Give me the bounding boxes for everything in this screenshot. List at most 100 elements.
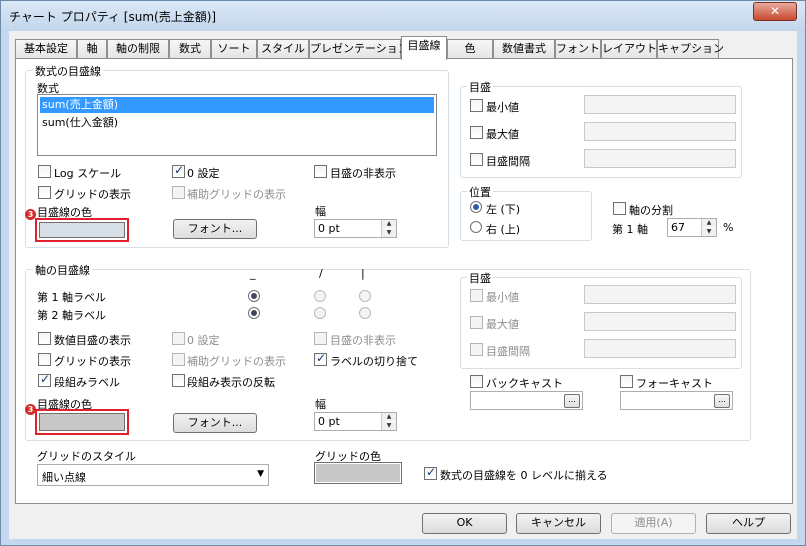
spin-down-icon[interactable]: ▼ [382,229,396,237]
min-input[interactable] [584,95,736,114]
apply-button[interactable]: 適用(A) [611,513,696,534]
position-left-radio[interactable] [470,201,482,213]
reverse-stagger-label: 段組み表示の反転 [187,376,275,389]
spin-up-icon[interactable]: ▲ [382,413,396,421]
axis1-vertical-radio[interactable] [359,290,371,302]
split-stepper[interactable]: 67 ▲ ▼ [667,218,717,237]
dim-font-button[interactable]: フォント... [173,413,257,433]
truncate-labels-label: ラベルの切り捨て [330,355,418,368]
tab-dimension[interactable]: 軸 [77,39,107,59]
dim-zero-setting-checkbox[interactable] [172,332,185,345]
truncate-labels-checkbox[interactable] [314,351,327,366]
log-scale-checkbox[interactable] [38,165,51,178]
column-header-vertical: | [361,267,365,280]
tab-font[interactable]: フォント [555,39,601,59]
cancel-button[interactable]: キャンセル [516,513,601,534]
grid-style-label: グリッドのスタイル [37,450,136,463]
dim-max-input[interactable] [584,312,736,331]
dim-show-grid-checkbox[interactable] [38,353,51,366]
tab-color[interactable]: 色 [447,39,493,59]
spin-buttons[interactable]: ▲ ▼ [381,413,396,430]
tab-presentation[interactable]: プレゼンテーション [309,39,409,59]
dim-grid-color-swatch[interactable] [39,413,125,431]
axis2-label: 第 2 軸ラベル [37,309,106,322]
column-header-slant: / [319,267,323,280]
tab-dimension-limits[interactable]: 軸の制限 [107,39,169,59]
spin-buttons[interactable]: ▲ ▼ [701,219,716,236]
dim-min-checkbox[interactable] [470,289,483,302]
backcast-checkbox[interactable] [470,375,483,388]
width-stepper[interactable]: 0 pt ▲ ▼ [314,219,397,238]
grid-color-swatch[interactable] [39,222,125,238]
position-right-radio[interactable] [470,221,482,233]
dim-interval-label: 目盛間隔 [486,345,530,358]
align-zero-checkbox[interactable] [424,465,437,480]
dim-interval-input[interactable] [584,339,736,358]
grid-style-value: 細い点線 [42,471,86,484]
min-checkbox[interactable] [470,99,483,112]
reverse-stagger-checkbox[interactable] [172,374,185,387]
spin-up-icon[interactable]: ▲ [702,219,716,227]
dim-interval-checkbox[interactable] [470,343,483,356]
close-button[interactable]: ✕ [753,2,797,21]
spin-down-icon[interactable]: ▼ [382,422,396,430]
percent-label: % [723,221,734,234]
backcast-browse-button[interactable]: ... [564,394,580,408]
interval-input[interactable] [584,149,736,168]
zero-setting-label: 0 設定 [187,167,220,180]
axis2-bottom-radio[interactable] [248,307,260,319]
dim-width-stepper[interactable]: 0 pt ▲ ▼ [314,412,397,431]
hide-gridlines-checkbox[interactable] [314,165,327,178]
axis2-slant-radio[interactable] [314,307,326,319]
spin-buttons[interactable]: ▲ ▼ [381,220,396,237]
tab-basic[interactable]: 基本設定 [15,39,77,59]
interval-checkbox[interactable] [470,153,483,166]
tab-number-format[interactable]: 数値書式 [493,39,555,59]
spin-down-icon[interactable]: ▼ [702,228,716,236]
font-button[interactable]: フォント... [173,219,257,239]
title-bar[interactable]: チャート プロパティ [sum(売上金額)] ✕ [1,1,805,31]
stagger-labels-checkbox[interactable] [38,372,51,387]
axis2-vertical-radio[interactable] [359,307,371,319]
axis1-label: 第 1 軸ラベル [37,291,106,304]
expression-list[interactable]: sum(売上金額) sum(仕入金額) [37,94,437,156]
dim-width-label: 幅 [315,398,326,411]
backcast-input[interactable]: ... [470,391,583,410]
dim-max-checkbox[interactable] [470,316,483,329]
tab-gridlines[interactable]: 目盛線 [401,36,447,60]
list-item[interactable]: sum(仕入金額) [40,115,434,131]
tab-layout[interactable]: レイアウト [601,39,657,59]
dim-show-minor-grid-checkbox[interactable] [172,353,185,366]
dim-scale-group-title: 目盛 [467,270,493,286]
max-checkbox[interactable] [470,126,483,139]
max-input[interactable] [584,122,736,141]
show-minor-grid-checkbox[interactable] [172,186,185,199]
spin-up-icon[interactable]: ▲ [382,220,396,228]
dim-zero-setting-label: 0 設定 [187,334,220,347]
help-button[interactable]: ヘルプ [706,513,791,534]
highlight-box [35,218,129,242]
tab-sort[interactable]: ソート [211,39,257,59]
grid-color-bottom-swatch[interactable] [316,464,400,482]
zero-setting-checkbox[interactable] [172,163,185,178]
split-axis-label: 軸の分割 [629,204,673,217]
split-axis-checkbox[interactable] [613,202,626,215]
forecast-label: フォーキャスト [636,377,713,390]
axis1-bottom-radio[interactable] [248,290,260,302]
dim-hide-gridlines-checkbox[interactable] [314,332,327,345]
tab-expressions[interactable]: 数式 [169,39,211,59]
forecast-browse-button[interactable]: ... [714,394,730,408]
forecast-input[interactable]: ... [620,391,733,410]
forecast-checkbox[interactable] [620,375,633,388]
show-numeric-checkbox[interactable] [38,332,51,345]
dim-min-input[interactable] [584,285,736,304]
show-grid-checkbox[interactable] [38,186,51,199]
tab-caption[interactable]: キャプション [657,39,724,59]
window-title: チャート プロパティ [sum(売上金額)] [9,10,217,24]
axis1-slant-radio[interactable] [314,290,326,302]
grid-style-select[interactable]: 細い点線 ▼ [37,464,269,486]
first-axis-label: 第 1 軸 [612,223,648,236]
tab-style[interactable]: スタイル [257,39,309,59]
list-item[interactable]: sum(売上金額) [40,97,434,113]
ok-button[interactable]: OK [422,513,507,534]
